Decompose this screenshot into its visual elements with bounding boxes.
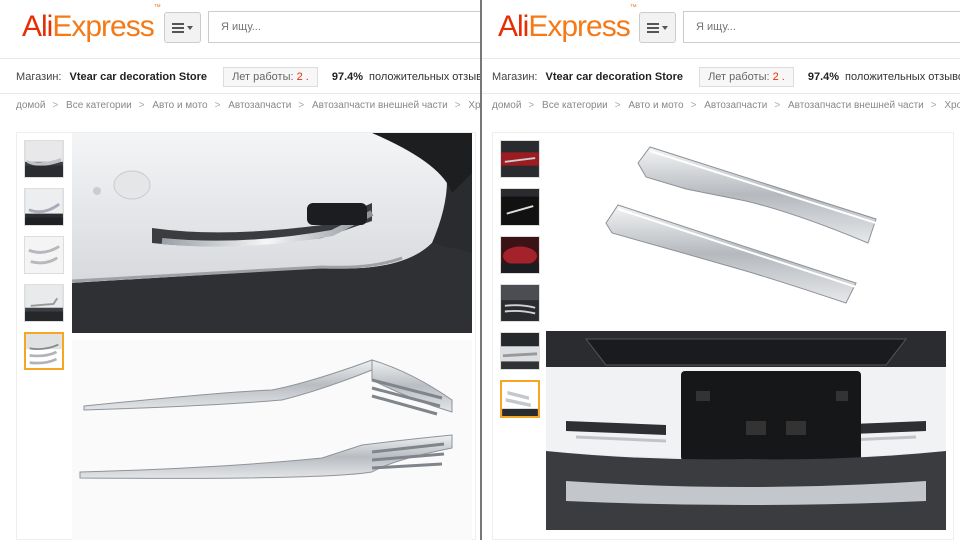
- positive-feedback-percent: 97.4%: [331, 71, 364, 83]
- logo-part-express: Express: [52, 10, 154, 43]
- store-name-link[interactable]: Vtear car decoration Store: [70, 71, 208, 83]
- divider: [482, 93, 960, 94]
- thumbnail[interactable]: [24, 188, 64, 226]
- thumbnail[interactable]: [500, 188, 540, 226]
- logo-part-ali: Ali: [22, 10, 53, 43]
- aliexpress-logo[interactable]: AliExpress™: [498, 4, 637, 44]
- store-info-bar: Магазин: Vtear car decoration Store Лет …: [16, 66, 480, 88]
- thumbnail[interactable]: [500, 332, 540, 370]
- store-name-link[interactable]: Vtear car decoration Store: [546, 71, 684, 83]
- breadcrumb-link-auto-moto[interactable]: Авто и мото: [152, 100, 207, 111]
- product-photo-trims[interactable]: [72, 340, 472, 540]
- logo-part-ali: Ali: [498, 10, 529, 43]
- thumbnail[interactable]: [24, 284, 64, 322]
- positive-feedback-label: положительных отзывов: [845, 71, 960, 83]
- thumbnail-strip: [500, 140, 542, 428]
- breadcrumb-link-auto-parts[interactable]: Автозапчасти: [228, 100, 291, 111]
- breadcrumb-link-all-categories[interactable]: Все категории: [542, 100, 608, 111]
- store-label: Магазин:: [492, 71, 538, 83]
- store-years-value: 2 .: [772, 71, 785, 83]
- store-info-bar: Магазин: Vtear car decoration Store Лет …: [492, 66, 960, 88]
- positive-feedback-label: положительных отзывов: [369, 71, 480, 83]
- breadcrumb-link-chrome[interactable]: Хромиров: [944, 100, 960, 111]
- category-menu-button[interactable]: [164, 12, 201, 43]
- store-years-badge: Лет работы: 2 .: [699, 67, 794, 87]
- divider: [0, 93, 480, 94]
- breadcrumb-link-exterior-parts[interactable]: Автозапчасти внешней части: [788, 100, 924, 111]
- breadcrumb-link-home[interactable]: домой: [492, 100, 521, 111]
- hamburger-icon: [172, 22, 184, 33]
- positive-feedback-percent: 97.4%: [807, 71, 840, 83]
- thumbnail[interactable]: [24, 140, 64, 178]
- product-photo-plate-bumper[interactable]: [546, 331, 946, 530]
- logo-tm: ™: [629, 4, 637, 11]
- hamburger-icon: [647, 22, 659, 33]
- left-window: AliExpress™ Магазин: Vtear car decoratio…: [0, 0, 480, 540]
- search-input[interactable]: [208, 11, 480, 43]
- thumbnail[interactable]: [500, 284, 540, 322]
- product-photo-bumper[interactable]: [72, 133, 472, 333]
- breadcrumb: домой > Все категории > Авто и мото > Автоз…: [16, 100, 480, 111]
- divider: [482, 58, 960, 59]
- breadcrumb-link-auto-parts[interactable]: Автозапчасти: [704, 100, 767, 111]
- logo-part-express: Express: [528, 10, 630, 43]
- breadcrumb-link-home[interactable]: домой: [16, 100, 45, 111]
- site-header: AliExpress™: [0, 0, 480, 56]
- thumbnail[interactable]: [500, 140, 540, 178]
- search-input[interactable]: [683, 11, 960, 43]
- breadcrumb: домой > Все категории > Авто и мото > Автоз…: [492, 100, 960, 111]
- thumbnail-active[interactable]: [500, 380, 540, 418]
- store-years-label: Лет работы:: [708, 71, 770, 83]
- thumbnail-active[interactable]: [24, 332, 64, 370]
- product-photo-strips[interactable]: [546, 133, 946, 329]
- chevron-down-icon: [187, 25, 193, 30]
- store-label: Магазин:: [16, 71, 62, 83]
- store-years-label: Лет работы:: [232, 71, 294, 83]
- thumbnail[interactable]: [500, 236, 540, 274]
- chevron-down-icon: [662, 25, 668, 30]
- breadcrumb-link-auto-moto[interactable]: Авто и мото: [628, 100, 683, 111]
- breadcrumb-link-exterior-parts[interactable]: Автозапчасти внешней части: [312, 100, 448, 111]
- thumbnail-strip: [24, 140, 66, 380]
- thumbnail[interactable]: [24, 236, 64, 274]
- breadcrumb-link-chrome[interactable]: Хромиров: [468, 100, 480, 111]
- right-window: AliExpress™ Магазин: Vtear car decoratio…: [482, 0, 960, 540]
- store-years-value: 2 .: [296, 71, 309, 83]
- site-header: AliExpress™: [482, 0, 960, 56]
- divider: [0, 58, 480, 59]
- category-menu-button[interactable]: [639, 12, 676, 43]
- logo-tm: ™: [153, 4, 161, 11]
- aliexpress-logo[interactable]: AliExpress™: [22, 4, 161, 44]
- store-years-badge: Лет работы: 2 .: [223, 67, 318, 87]
- breadcrumb-link-all-categories[interactable]: Все категории: [66, 100, 132, 111]
